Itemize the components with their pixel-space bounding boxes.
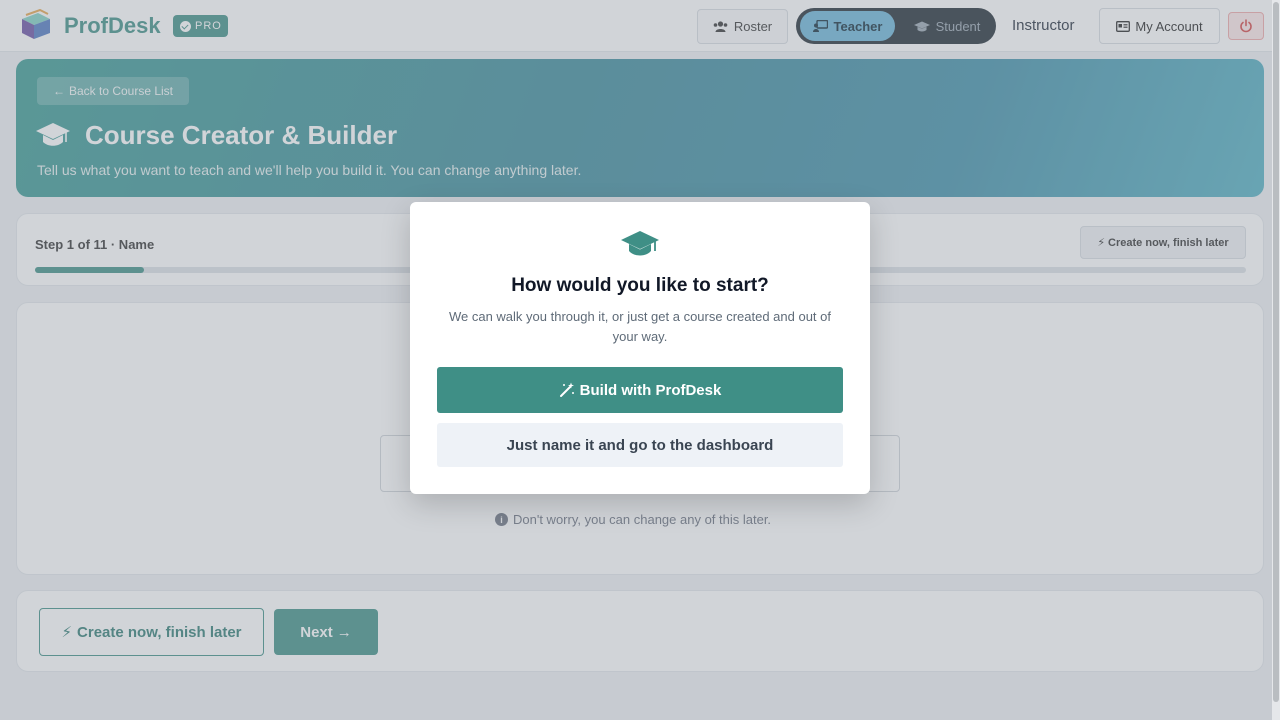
- page-scrollbar[interactable]: [1272, 0, 1280, 720]
- just-name-it-button[interactable]: Just name it and go to the dashboard: [437, 423, 843, 467]
- build-with-profdesk-button[interactable]: Build with ProfDesk: [437, 367, 843, 413]
- magic-wand-icon: [559, 382, 574, 397]
- graduation-cap-icon: [621, 231, 659, 256]
- start-mode-dialog: How would you like to start? We can walk…: [410, 202, 870, 494]
- build-label: Build with ProfDesk: [579, 381, 722, 399]
- dialog-description: We can walk you through it, or just get …: [448, 309, 832, 344]
- scrollbar-thumb[interactable]: [1273, 2, 1279, 702]
- just-name-label: Just name it and go to the dashboard: [506, 436, 774, 454]
- dialog-title: How would you like to start?: [511, 275, 769, 296]
